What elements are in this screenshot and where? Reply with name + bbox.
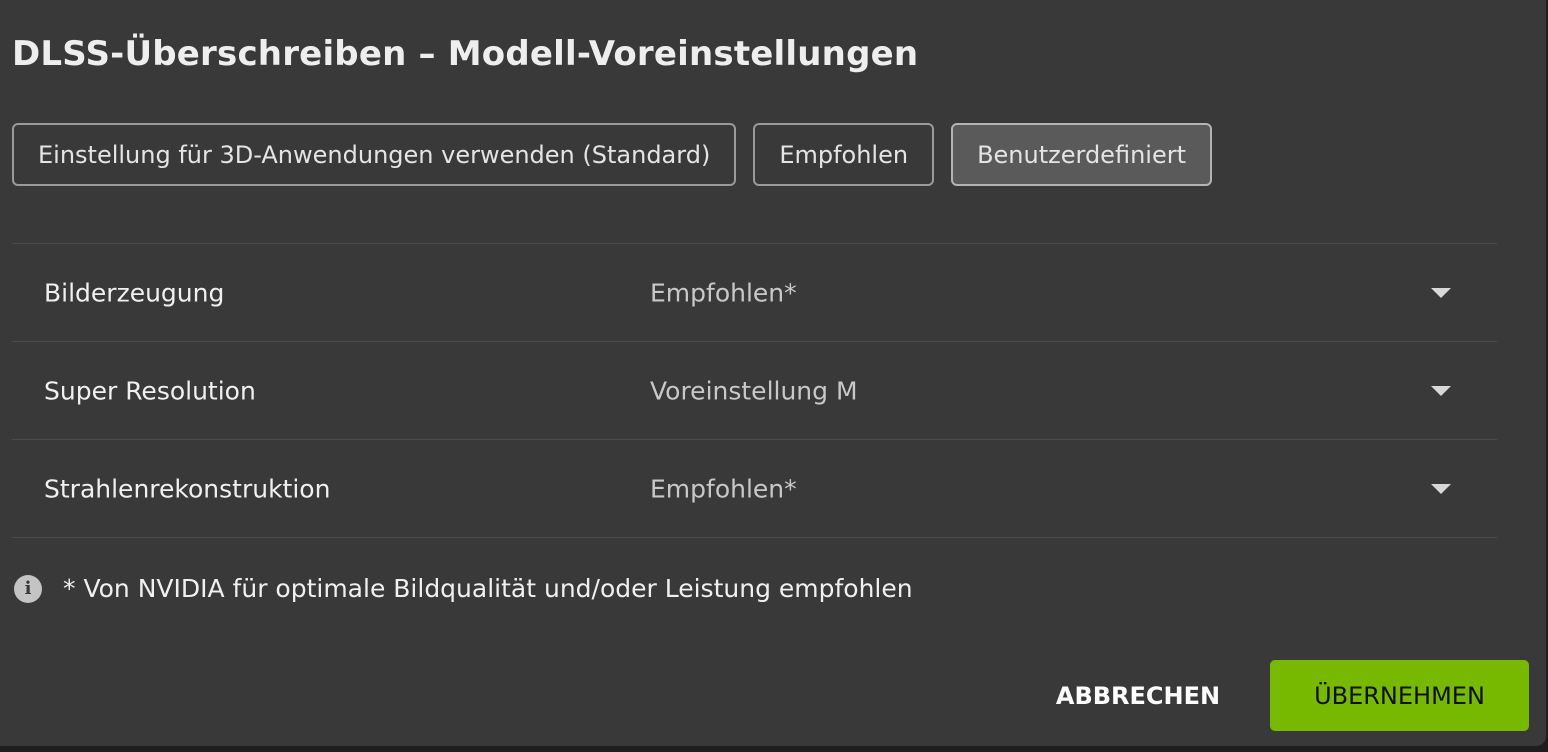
setting-row-ray-reconstruction[interactable]: Strahlenrekonstruktion Empfohlen* xyxy=(12,440,1497,538)
setting-row-super-resolution[interactable]: Super Resolution Voreinstellung M xyxy=(12,342,1497,440)
setting-label: Bilderzeugung xyxy=(44,278,225,307)
recommendation-note: i * Von NVIDIA für optimale Bildqualität… xyxy=(14,574,913,603)
chevron-down-icon[interactable] xyxy=(1431,483,1451,494)
chevron-down-icon[interactable] xyxy=(1431,385,1451,396)
preset-button-group: Einstellung für 3D-Anwendungen verwenden… xyxy=(12,123,1212,186)
setting-row-frame-generation[interactable]: Bilderzeugung Empfohlen* xyxy=(12,244,1497,342)
dlss-override-dialog: DLSS-Überschreiben – Modell-Voreinstellu… xyxy=(0,0,1546,746)
preset-button-3d-default[interactable]: Einstellung für 3D-Anwendungen verwenden… xyxy=(12,123,737,186)
setting-value-dropdown[interactable]: Empfohlen* xyxy=(650,278,797,307)
setting-value-dropdown[interactable]: Voreinstellung M xyxy=(650,376,858,405)
preset-button-recommended[interactable]: Empfohlen xyxy=(753,123,935,186)
setting-label: Strahlenrekonstruktion xyxy=(44,474,331,503)
preset-button-custom[interactable]: Benutzerdefiniert xyxy=(951,123,1212,186)
note-text: * Von NVIDIA für optimale Bildqualität u… xyxy=(63,574,913,603)
setting-label: Super Resolution xyxy=(44,376,256,405)
setting-value-dropdown[interactable]: Empfohlen* xyxy=(650,474,797,503)
cancel-button[interactable]: ABBRECHEN xyxy=(1036,660,1240,731)
chevron-down-icon[interactable] xyxy=(1431,287,1451,298)
dialog-title: DLSS-Überschreiben – Modell-Voreinstellu… xyxy=(12,34,919,74)
info-icon: i xyxy=(14,574,42,603)
settings-list: Bilderzeugung Empfohlen* Super Resolutio… xyxy=(12,243,1497,538)
apply-button[interactable]: ÜBERNEHMEN xyxy=(1270,660,1529,731)
